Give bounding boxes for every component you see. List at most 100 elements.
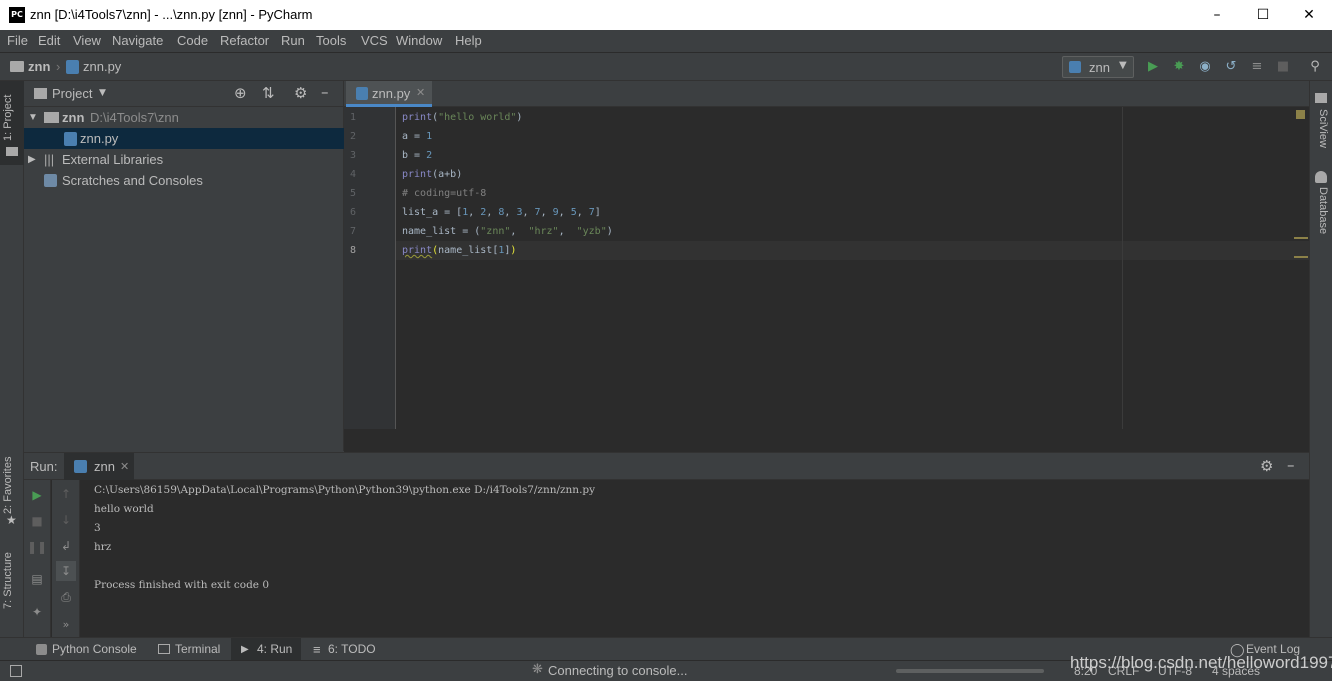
python-icon (1069, 61, 1081, 73)
tree-item-file[interactable]: znn.py (24, 128, 344, 149)
menu-help[interactable]: Help (455, 33, 482, 48)
code-line[interactable]: b = 2 (402, 150, 432, 161)
menu-code[interactable]: Code (177, 33, 208, 48)
close-tab-icon[interactable]: ✕ (416, 86, 425, 99)
code-line[interactable]: print(a+b) (402, 169, 462, 180)
project-view-selector[interactable]: Project (52, 86, 92, 101)
line-number-gutter: 1 2 3 4 5 6 7 8 (344, 107, 396, 429)
run-icon[interactable]: ▶ (1144, 58, 1162, 76)
console-output-line: C:\Users\86159\AppData\Local\Programs\Py… (94, 484, 596, 496)
error-stripe-mark[interactable] (1294, 237, 1308, 239)
status-message: Connecting to console... (548, 663, 688, 678)
tab-label: Python Console (52, 642, 137, 656)
pycharm-logo-icon: PC (9, 7, 25, 23)
tab-database[interactable]: Database (1317, 187, 1329, 234)
maximize-icon[interactable]: ☐ (1240, 0, 1286, 30)
code-line[interactable]: list_a = [1, 2, 8, 3, 7, 9, 5, 7] (402, 207, 601, 218)
coverage-icon[interactable]: ◉ (1196, 58, 1214, 76)
pause-icon[interactable]: ❚❚ (27, 537, 47, 557)
project-tab-icon (6, 147, 18, 156)
menu-edit[interactable]: Edit (38, 33, 60, 48)
menu-navigate[interactable]: Navigate (112, 33, 163, 48)
line-number: 2 (349, 131, 356, 142)
console-output-line: 3 (94, 522, 101, 534)
code-line[interactable]: name_list = ("znn", "hrz", "yzb") (402, 226, 613, 237)
run-tab-znn[interactable]: znn ✕ (64, 453, 134, 480)
error-stripe-mark[interactable] (1294, 256, 1308, 258)
close-tab-icon[interactable]: ✕ (120, 460, 129, 473)
line-number: 1 (349, 112, 356, 123)
list-icon: ≡ (313, 642, 321, 657)
toggle-tool-windows-icon[interactable] (10, 665, 22, 677)
collapsed-arrow-icon[interactable]: ▶ (28, 149, 36, 170)
pin-icon[interactable]: ✦ (27, 602, 47, 622)
code-line[interactable]: print("hello world") (402, 112, 522, 123)
line-number: 8 (349, 245, 356, 256)
progress-bar (896, 669, 1044, 673)
hide-panel-icon[interactable]: – (1287, 456, 1295, 474)
tab-favorites[interactable]: 2: Favorites (2, 457, 14, 514)
run-configuration-select[interactable]: znn ▼ (1062, 56, 1134, 78)
menu-window[interactable]: Window (396, 33, 442, 48)
menu-vcs[interactable]: VCS (361, 33, 388, 48)
scroll-to-end-icon[interactable]: ↧ (56, 561, 76, 581)
tab-structure[interactable]: 7: Structure (2, 552, 14, 609)
tab-terminal[interactable]: Terminal (150, 638, 230, 661)
more-icon[interactable]: » (56, 615, 76, 635)
scratches-icon (44, 174, 57, 187)
line-number: 5 (349, 188, 356, 199)
concurrency-icon[interactable]: ≡ (1248, 58, 1266, 76)
inspection-status-icon[interactable] (1296, 110, 1305, 119)
soft-wrap-icon[interactable]: ↲ (56, 536, 76, 556)
arrow-up-icon[interactable]: ↑ (56, 484, 76, 504)
tree-item-scratches[interactable]: Scratches and Consoles (24, 170, 344, 191)
menu-view[interactable]: View (73, 33, 101, 48)
profile-icon[interactable]: ↺ (1222, 58, 1240, 76)
tab-sciview[interactable]: SciView (1317, 109, 1329, 148)
arrow-down-icon[interactable]: ↓ (56, 510, 76, 530)
editor-tabs: znn.py ✕ (344, 81, 1309, 107)
tree-item-root[interactable]: ▼ znn D:\i4Tools7\znn (24, 107, 344, 128)
tab-label: Terminal (175, 642, 221, 656)
console-output-line: hrz (94, 541, 112, 553)
locate-icon[interactable]: ⊕ (234, 84, 247, 102)
stop-icon[interactable]: ■ (27, 511, 47, 531)
tab-todo[interactable]: ≡ 6: TODO (305, 638, 379, 661)
tab-python-console[interactable]: Python Console (28, 638, 146, 661)
code-line[interactable]: # coding=utf-8 (402, 188, 486, 199)
tab-label: znn.py (372, 86, 411, 101)
layout-icon[interactable]: ▤ (27, 569, 47, 589)
tab-run[interactable]: ▶ 4: Run (231, 638, 301, 661)
expanded-arrow-icon[interactable]: ▼ (28, 107, 38, 128)
collapse-all-icon[interactable]: ⇅ (262, 84, 275, 102)
gear-icon[interactable]: ⚙ (294, 84, 307, 102)
code-editor: znn.py ✕ 1 2 3 4 5 6 7 8 print("hello wo… (344, 81, 1309, 452)
folder-icon (44, 112, 59, 123)
debug-icon[interactable]: ✸ (1170, 58, 1188, 76)
stop-icon[interactable]: ■ (1274, 58, 1292, 76)
search-icon[interactable]: ⚲ (1306, 58, 1324, 76)
project-panel: Project ▼ ⊕ ⇅ ⚙ – ▼ znn D:\i4Tools7\znn … (24, 81, 344, 451)
tab-project[interactable]: 1: Project (2, 95, 14, 141)
gear-icon[interactable]: ⚙ (1260, 457, 1273, 475)
left-tool-strip: 1: Project 2: Favorites ★ 7: Structure (0, 81, 24, 637)
star-icon: ★ (6, 513, 17, 527)
rerun-icon[interactable]: ▶ (27, 485, 47, 505)
chevron-down-icon[interactable]: ▼ (99, 88, 106, 98)
run-icon: ▶ (241, 644, 249, 655)
menu-run[interactable]: Run (281, 33, 305, 48)
menu-tools[interactable]: Tools (316, 33, 346, 48)
code-line[interactable]: a = 1 (402, 131, 432, 142)
right-margin-guide (1122, 107, 1123, 429)
code-line[interactable]: print(name_list[1]) (402, 245, 516, 256)
minimize-icon[interactable]: – (1194, 0, 1240, 30)
tree-item-libraries[interactable]: ▶ ||| External Libraries (24, 149, 344, 170)
hide-panel-icon[interactable]: – (321, 83, 329, 101)
menu-file[interactable]: File (7, 33, 28, 48)
menu-refactor[interactable]: Refactor (220, 33, 269, 48)
tab-znn-py[interactable]: znn.py ✕ (346, 81, 432, 107)
close-icon[interactable]: ✕ (1286, 0, 1332, 30)
breadcrumb-project[interactable]: znn (28, 59, 50, 74)
print-icon[interactable]: ⎙ (56, 587, 76, 607)
breadcrumb-file[interactable]: znn.py (83, 59, 121, 74)
